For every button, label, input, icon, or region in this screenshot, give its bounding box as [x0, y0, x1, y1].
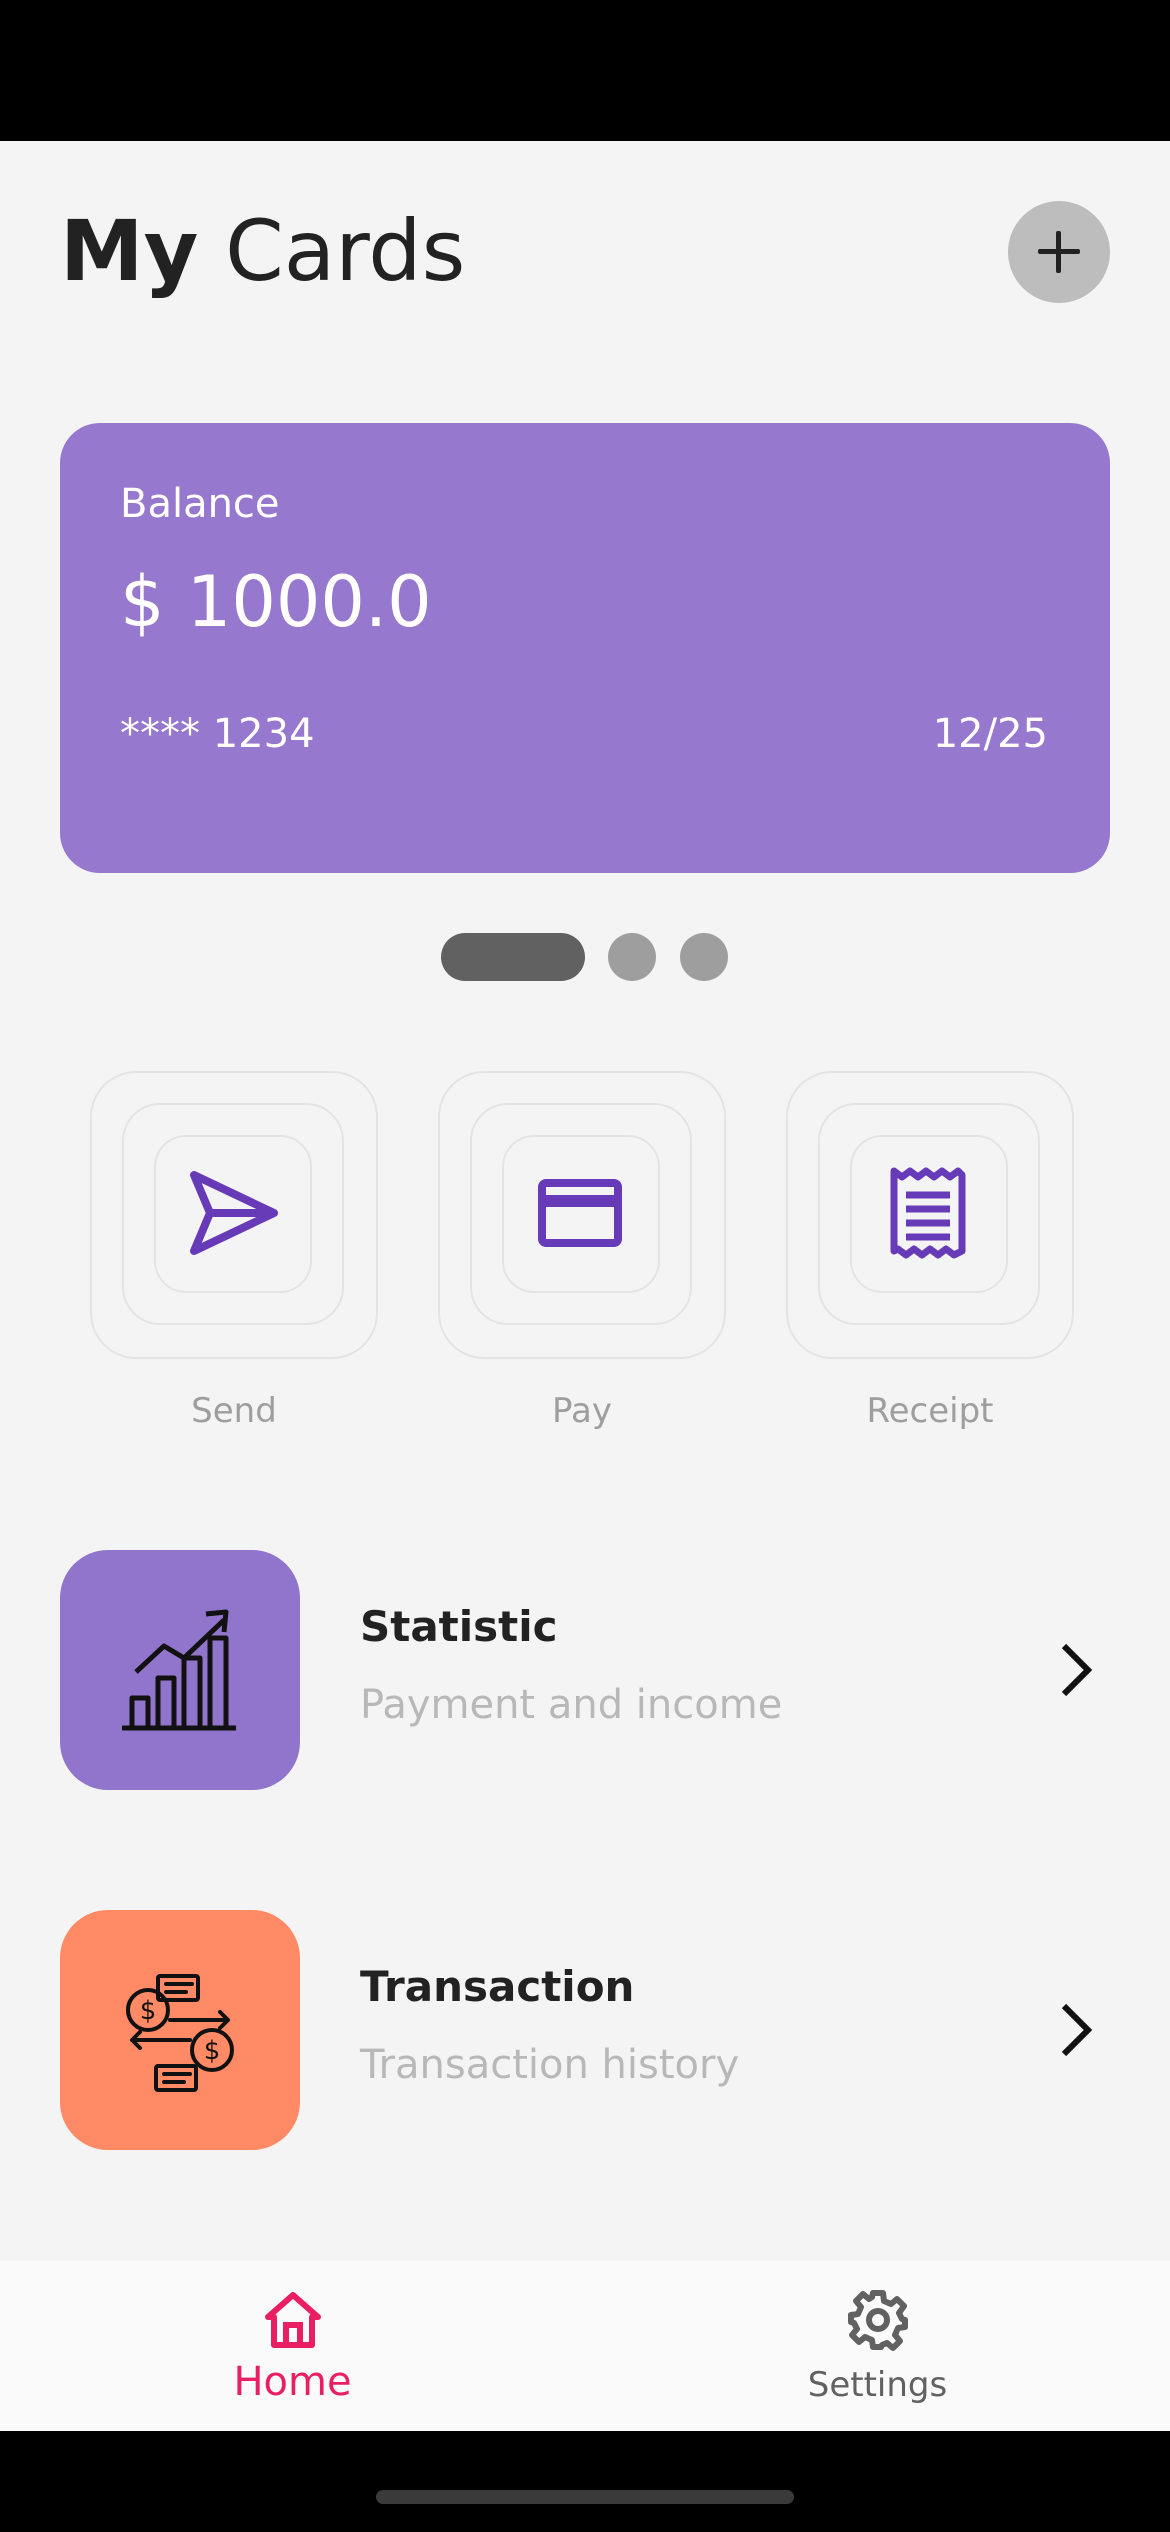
transaction-list-item[interactable]: $ $ Transaction Transaction history — [60, 1910, 1110, 2150]
card-number: **** 1234 — [120, 711, 315, 757]
nav-item-settings[interactable]: Settings — [585, 2261, 1170, 2431]
statistic-subtitle: Payment and income — [360, 1682, 783, 1728]
transaction-subtitle: Transaction history — [360, 2042, 740, 2088]
balance-label: Balance — [120, 481, 280, 527]
svg-text:$: $ — [204, 2036, 221, 2066]
transaction-title: Transaction — [360, 1962, 635, 2011]
balance-card[interactable]: Balance $ 1000.0 **** 1234 12/25 — [60, 423, 1110, 873]
bottom-navigation: Home Settings — [0, 2261, 1170, 2431]
app-screen: My Cards Balance $ 1000.0 **** 1234 12/2… — [0, 141, 1170, 2431]
credit-card-icon — [538, 1179, 622, 1247]
page-dot[interactable] — [680, 933, 728, 981]
svg-text:$: $ — [140, 1996, 157, 2026]
transaction-icon: $ $ — [126, 1974, 234, 2092]
statistic-tile — [60, 1550, 300, 1790]
nav-home-label: Home — [233, 2359, 352, 2405]
chevron-right-icon — [1061, 1643, 1093, 1697]
page-dot[interactable] — [608, 933, 656, 981]
page-title-bold: My — [60, 202, 199, 300]
home-indicator — [376, 2490, 794, 2504]
send-label: Send — [191, 1391, 277, 1431]
receipt-label: Receipt — [866, 1391, 994, 1431]
home-icon — [265, 2292, 321, 2348]
gear-icon — [848, 2290, 908, 2351]
chart-icon — [122, 1609, 236, 1731]
page-title-rest: Cards — [225, 202, 466, 300]
receipt-icon — [890, 1167, 966, 1259]
nav-item-home[interactable]: Home — [0, 2261, 585, 2431]
page-dot-active[interactable] — [441, 933, 585, 981]
card-page-indicator — [0, 933, 1170, 981]
send-icon — [190, 1171, 278, 1255]
add-card-button[interactable] — [1008, 201, 1110, 303]
chevron-right-icon — [1061, 2003, 1093, 2057]
balance-amount: $ 1000.0 — [120, 561, 432, 643]
page-title: My Cards — [60, 201, 465, 302]
card-expiry: 12/25 — [932, 711, 1048, 757]
nav-settings-label: Settings — [807, 2365, 948, 2405]
statistic-title: Statistic — [360, 1602, 558, 1651]
transaction-tile: $ $ — [60, 1910, 300, 2150]
statistic-list-item[interactable]: Statistic Payment and income — [60, 1550, 1110, 1790]
pay-label: Pay — [552, 1391, 612, 1431]
status-bar — [0, 0, 1170, 141]
